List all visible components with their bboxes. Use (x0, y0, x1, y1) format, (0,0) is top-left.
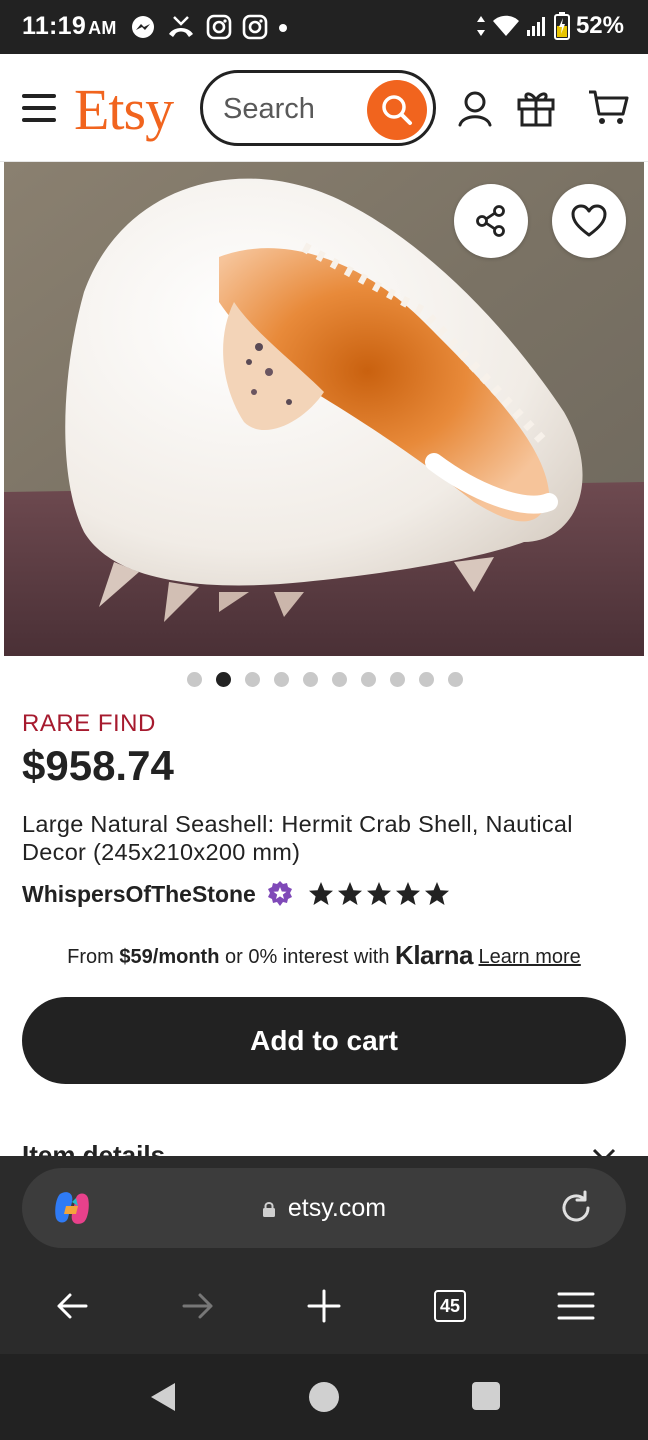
browser-menu-button[interactable] (552, 1282, 600, 1330)
carousel-dot[interactable] (274, 672, 289, 687)
dot-icon (279, 24, 287, 32)
menu-icon-bar (22, 118, 56, 122)
etsy-logo[interactable]: Etsy (74, 76, 174, 143)
account-button[interactable] (453, 86, 497, 130)
forward-icon (182, 1293, 213, 1319)
share-icon (476, 205, 505, 237)
forward-button[interactable] (174, 1282, 222, 1330)
rare-find-badge: RARE FIND (22, 710, 156, 737)
data-arrows-icon (476, 16, 485, 36)
star-seller-badge-icon (267, 881, 292, 906)
star-icon (395, 882, 420, 905)
carousel-dot[interactable] (448, 672, 463, 687)
battery-icon (553, 12, 570, 40)
etsy-header: Etsy (0, 54, 648, 162)
star-icon (337, 882, 362, 905)
account-icon (458, 91, 492, 127)
new-tab-button[interactable] (300, 1282, 348, 1330)
star-icon (424, 882, 449, 905)
carousel-dot[interactable] (245, 672, 260, 687)
lock-icon (262, 1202, 275, 1217)
instagram-icon (206, 14, 232, 40)
recents-square-icon[interactable] (471, 1381, 501, 1411)
financing-monthly: $59/month (119, 946, 220, 968)
tabs-button[interactable]: 45 (426, 1282, 474, 1330)
url-display[interactable]: etsy.com (22, 1194, 626, 1223)
home-circle-icon[interactable] (308, 1381, 340, 1413)
carousel-indicator (187, 672, 463, 687)
financing-middle: or 0% interest with (219, 946, 396, 968)
star-icon (366, 882, 391, 905)
financing-prefix: From (67, 946, 120, 968)
system-icons: 52% (476, 12, 624, 40)
gift-icon (517, 92, 555, 127)
carousel-dot-active[interactable] (216, 672, 231, 687)
search-icon (382, 95, 412, 125)
status-time: 11:19 AM (22, 12, 117, 41)
new-tab-icon (307, 1289, 341, 1323)
notification-icons (130, 14, 288, 40)
carousel-dot[interactable] (303, 672, 318, 687)
add-to-cart-button[interactable]: Add to cart (22, 997, 626, 1084)
learn-more-link[interactable]: Learn more (479, 946, 581, 968)
favorite-button[interactable] (552, 184, 626, 258)
back-icon (57, 1293, 88, 1319)
browser-nav-row: 45 (0, 1282, 648, 1330)
url-text: etsy.com (287, 1194, 387, 1222)
messenger-icon (132, 16, 154, 38)
gift-button[interactable] (514, 86, 558, 130)
signal-icon (526, 17, 545, 36)
product-title: Large Natural Seashell: Hermit Crab Shel… (22, 811, 573, 865)
wifi-icon (492, 15, 519, 36)
search-button[interactable] (367, 80, 427, 140)
carousel-dot[interactable] (419, 672, 434, 687)
cart-button[interactable] (586, 86, 630, 130)
back-button[interactable] (48, 1282, 96, 1330)
favorite-heart-icon (571, 204, 607, 237)
search-bar[interactable] (200, 70, 436, 146)
clock-ampm: AM (88, 18, 117, 38)
menu-icon-bar (22, 94, 56, 98)
back-triangle-icon[interactable] (148, 1381, 178, 1413)
missed-call-icon (169, 16, 193, 37)
search-input[interactable] (223, 91, 363, 127)
instagram-icon (242, 14, 268, 40)
seashell-photo (4, 162, 644, 656)
star-icon (308, 882, 333, 905)
rating-stars (308, 881, 450, 907)
clock-time: 11:19 (22, 12, 87, 40)
carousel-dot[interactable] (361, 672, 376, 687)
carousel-dot[interactable] (187, 672, 202, 687)
menu-button[interactable] (22, 94, 56, 122)
battery-percent: 52% (575, 12, 624, 39)
seller-name-link[interactable]: WhispersOfTheStone (22, 881, 256, 908)
browser-toolbar: etsy.com 45 (0, 1156, 648, 1354)
address-bar[interactable]: etsy.com (22, 1168, 626, 1248)
reload-icon[interactable] (558, 1190, 594, 1226)
klarna-logo: Klarna (395, 940, 473, 970)
seller-row: WhispersOfTheStone (22, 880, 450, 908)
share-button[interactable] (454, 184, 528, 258)
tabs-icon: 45 (434, 1290, 466, 1322)
menu-icon-bar (22, 106, 56, 110)
product-price: $958.74 (22, 742, 174, 789)
system-navigation-bar (0, 1354, 648, 1440)
status-bar: 11:19 AM 52% (0, 0, 648, 54)
cart-icon (589, 90, 629, 124)
product-photo[interactable] (4, 162, 644, 656)
carousel-dot[interactable] (390, 672, 405, 687)
menu-icon (557, 1292, 595, 1320)
carousel-dot[interactable] (332, 672, 347, 687)
klarna-financing: From $59/month or 0% interest with Klarn… (0, 940, 648, 971)
